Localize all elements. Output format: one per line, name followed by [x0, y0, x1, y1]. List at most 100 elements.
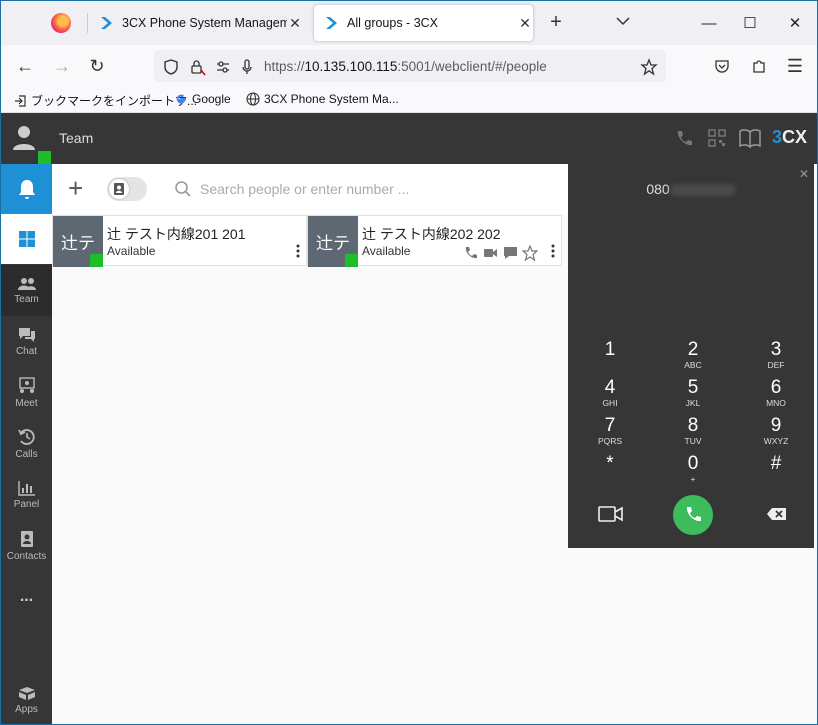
dial-key-2[interactable]: 2 ABC	[663, 340, 723, 374]
contact-name: 辻 テスト内線201 201	[107, 226, 246, 242]
key-digit: 2	[687, 339, 699, 360]
sidebar-item-label: Team	[14, 293, 39, 305]
user-avatar[interactable]	[10, 123, 51, 164]
menu-icon[interactable]: ☰	[782, 53, 808, 79]
dialpad-panel: ✕ 080 1 2 ABC 3 DEF 4 GHI 5 JKL 6 MNO 7 PQRS 8…	[568, 164, 814, 548]
phone-icon	[686, 507, 701, 522]
search-input[interactable]: Search people or enter number ...	[200, 181, 409, 197]
url-text[interactable]: https://10.135.100.115:5001/webclient/#/…	[264, 59, 547, 74]
backspace-icon[interactable]	[766, 506, 788, 522]
lock-warning-icon[interactable]	[188, 58, 206, 76]
favorite-star-icon[interactable]	[522, 245, 538, 261]
contact-card[interactable]: 辻テ 辻 テスト内線201 201 Available	[52, 215, 307, 267]
notifications-button[interactable]	[1, 164, 52, 214]
sidebar-item-contacts[interactable]: Contacts	[1, 520, 52, 571]
dial-key-hash[interactable]: #	[746, 454, 806, 488]
search-icon	[175, 181, 191, 197]
sidebar-item-team[interactable]: Team	[1, 265, 52, 316]
call-contact-icon[interactable]	[463, 246, 478, 260]
dial-key-8[interactable]: 8 TUV	[663, 416, 723, 450]
bookmark-star-icon[interactable]	[640, 58, 658, 76]
key-digit: *	[606, 453, 614, 474]
key-letters: +	[690, 474, 696, 484]
contact-status: Available	[107, 244, 156, 258]
tab-3cx-management[interactable]: 3CX Phone System Management ✕	[89, 5, 303, 41]
key-digit: 9	[770, 415, 782, 436]
key-digit: 4	[604, 377, 616, 398]
3cx-chevron-icon	[101, 17, 112, 29]
dial-key-0[interactable]: 0 +	[663, 454, 723, 488]
close-tab-icon[interactable]: ✕	[287, 15, 303, 32]
dial-key-star[interactable]: *	[580, 454, 640, 488]
list-tabs-chevron-icon[interactable]	[613, 11, 633, 31]
bookmarks-bar: ブックマークをインポートす... Google 3CX Phone System…	[1, 87, 817, 113]
sidebar-item-more[interactable]: ...	[1, 571, 52, 622]
bookmark-import[interactable]: ブックマークをインポートす...	[13, 92, 197, 109]
sidebar-item-calls[interactable]: Calls	[1, 418, 52, 469]
panel-icon	[17, 480, 35, 496]
meet-icon	[18, 376, 35, 393]
dial-key-9[interactable]: 9 WXYZ	[746, 416, 806, 450]
maximize-button[interactable]: ☐	[734, 7, 766, 39]
key-digit: 0	[687, 453, 699, 474]
sidebar-item-label: Meet	[15, 397, 38, 409]
sidebar: Team Chat Meet Calls Panel Contacts ... …	[1, 164, 52, 724]
permissions-icon[interactable]	[214, 58, 232, 76]
qr-code-icon[interactable]	[708, 129, 726, 147]
video-call-icon[interactable]	[598, 505, 624, 523]
calls-icon	[17, 428, 35, 445]
tab-all-groups[interactable]: All groups - 3CX ✕	[314, 5, 533, 41]
back-button[interactable]: ←	[12, 53, 38, 79]
page-title: Team	[59, 130, 94, 146]
key-digit: #	[770, 453, 782, 474]
shield-icon[interactable]	[162, 58, 180, 76]
sidebar-item-chat[interactable]: Chat	[1, 316, 52, 367]
dial-key-7[interactable]: 7 PQRS	[580, 416, 640, 450]
video-call-icon[interactable]	[483, 247, 498, 259]
close-tab-icon[interactable]: ✕	[517, 15, 533, 32]
sidebar-item-label: Contacts	[6, 550, 47, 562]
windows-app-button[interactable]	[1, 214, 52, 264]
presence-indicator	[345, 254, 358, 267]
chat-contact-icon[interactable]	[503, 246, 518, 260]
dial-key-5[interactable]: 5 JKL	[663, 378, 723, 412]
contact-status: Available	[362, 244, 411, 258]
contacts-toggle[interactable]	[107, 177, 147, 201]
more-options-icon[interactable]	[551, 244, 555, 258]
3cx-chevron-icon	[326, 17, 337, 29]
key-letters: JKL	[685, 398, 701, 408]
key-letters: MNO	[766, 398, 786, 408]
extensions-icon[interactable]	[750, 57, 768, 75]
minimize-button[interactable]: —	[693, 7, 725, 39]
url-bar[interactable]: https://10.135.100.115:5001/webclient/#/…	[154, 50, 666, 82]
bookmark-3cx[interactable]: 3CX Phone System Ma...	[246, 92, 399, 106]
add-contact-button[interactable]: +	[68, 175, 83, 201]
dial-key-3[interactable]: 3 DEF	[746, 340, 806, 374]
firefox-icon[interactable]	[51, 13, 71, 33]
forward-button[interactable]: →	[49, 53, 75, 79]
call-button[interactable]	[673, 495, 713, 535]
bookmark-label: Google	[192, 92, 231, 106]
contact-card[interactable]: 辻テ 辻 テスト内線202 202 Available	[307, 215, 562, 267]
dial-key-6[interactable]: 6 MNO	[746, 378, 806, 412]
apps-icon	[18, 686, 35, 700]
navigation-bar: ← → ↻ https://10.135.100.115:5001/webcli…	[1, 45, 817, 87]
reload-button[interactable]: ↻	[84, 53, 110, 79]
close-window-button[interactable]: ✕	[779, 7, 811, 39]
phone-icon[interactable]	[674, 129, 694, 149]
sidebar-item-meet[interactable]: Meet	[1, 367, 52, 418]
dial-number-display[interactable]: 080	[568, 181, 814, 197]
bookmark-google[interactable]: Google	[174, 92, 231, 106]
dial-key-1[interactable]: 1	[580, 340, 640, 374]
dial-key-4[interactable]: 4 GHI	[580, 378, 640, 412]
globe-icon	[246, 92, 260, 106]
pocket-icon[interactable]	[713, 57, 731, 75]
book-icon[interactable]	[739, 128, 761, 148]
team-icon	[17, 277, 36, 290]
close-dialer-icon[interactable]: ✕	[799, 167, 809, 181]
sidebar-item-panel[interactable]: Panel	[1, 469, 52, 520]
more-options-icon[interactable]	[296, 244, 300, 258]
new-tab-button[interactable]: +	[546, 11, 566, 34]
sidebar-item-apps[interactable]: Apps	[1, 674, 52, 724]
microphone-icon[interactable]	[238, 58, 256, 76]
